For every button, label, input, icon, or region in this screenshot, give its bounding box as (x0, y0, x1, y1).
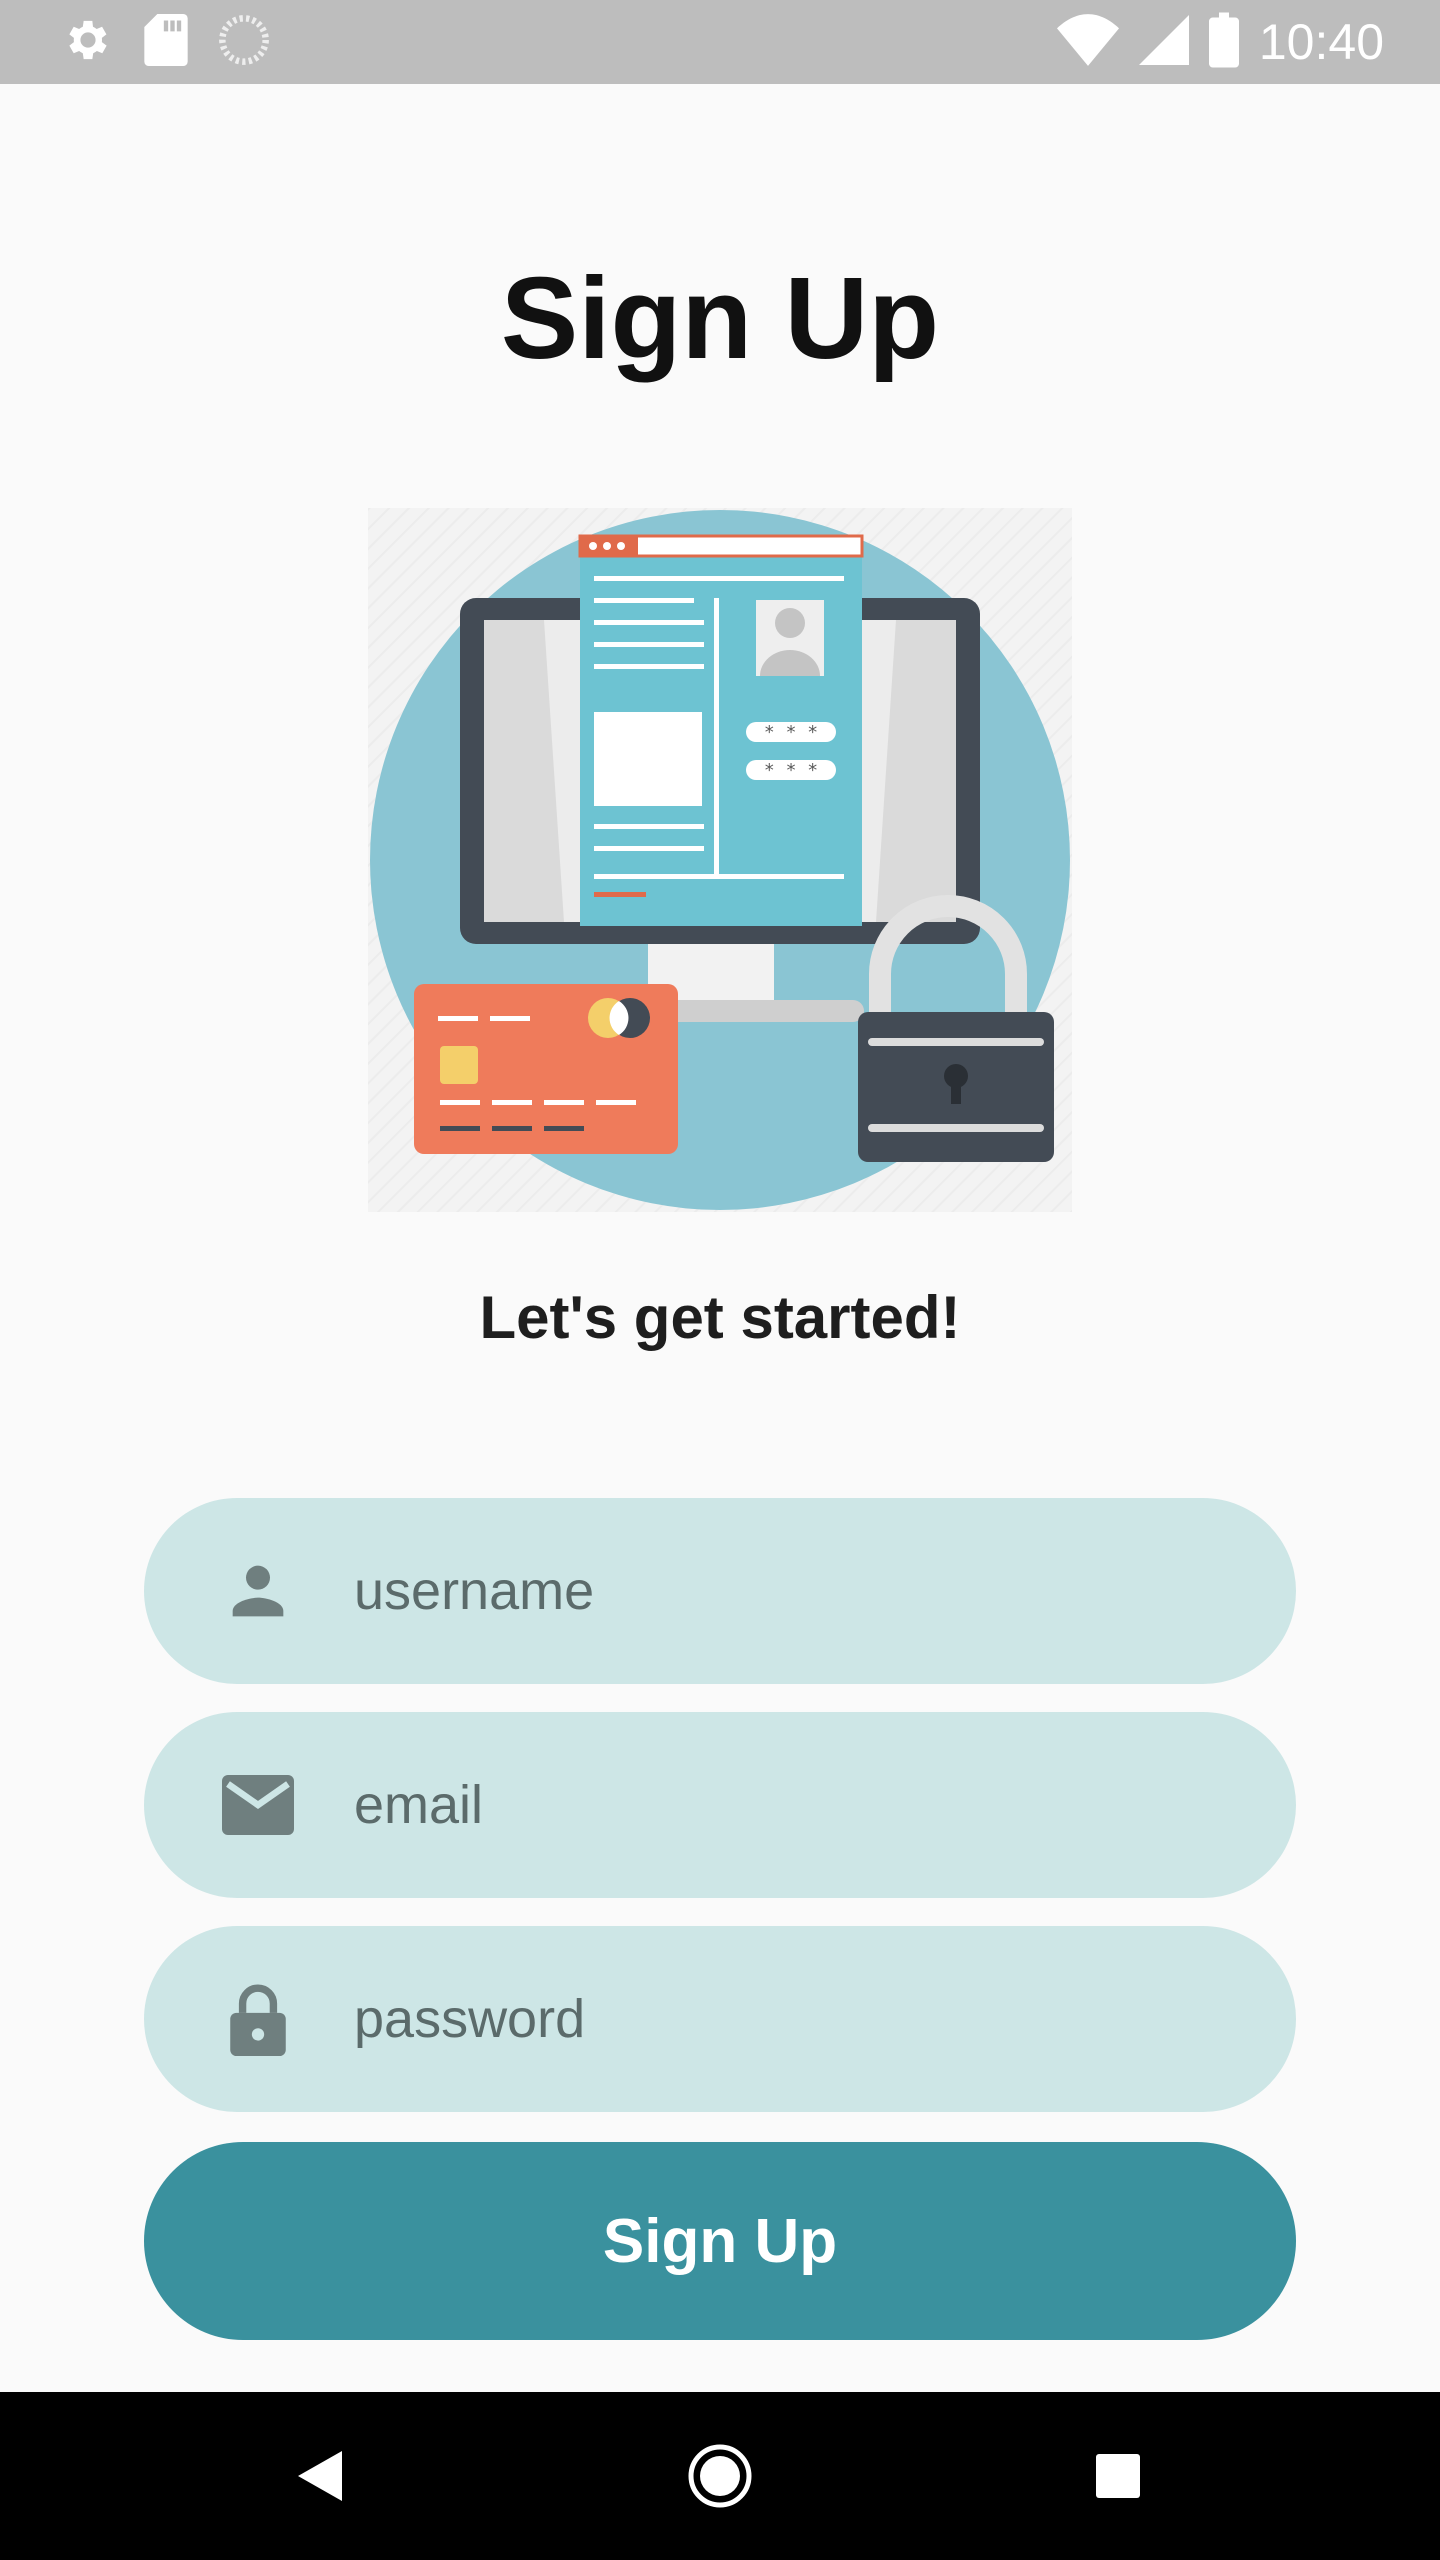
signal-icon (1138, 14, 1189, 71)
page-title: Sign Up (500, 253, 940, 383)
gear-icon (62, 14, 114, 71)
svg-text:* * *: * * * (764, 722, 818, 743)
mail-icon (220, 1767, 296, 1843)
home-icon[interactable] (670, 2426, 770, 2526)
username-input[interactable] (354, 1498, 1254, 1684)
password-field[interactable] (144, 1926, 1296, 2112)
status-right-icons: 10:40 (1056, 12, 1384, 73)
email-field[interactable] (144, 1712, 1296, 1898)
svg-text:* * *: * * * (764, 760, 818, 781)
wifi-icon (1056, 13, 1119, 71)
battery-icon (1208, 12, 1239, 73)
security-illustration: * * * * * * (368, 508, 1072, 1212)
sign-up-button[interactable]: Sign Up (144, 2142, 1296, 2340)
subtitle: Let's get started! (479, 1284, 961, 1351)
loading-icon (218, 14, 270, 71)
status-time: 10:40 (1258, 14, 1384, 70)
recents-icon[interactable] (1068, 2426, 1168, 2526)
status-bar: 10:40 (0, 0, 1440, 84)
lock-icon (220, 1981, 296, 2057)
sign-up-screen: 10:40 Sign Up * * * * * * Let's get star… (0, 0, 1440, 2560)
person-icon (220, 1553, 296, 1629)
sd-card-icon (144, 13, 188, 71)
username-field[interactable] (144, 1498, 1296, 1684)
password-input[interactable] (354, 1926, 1254, 2112)
email-input[interactable] (354, 1712, 1254, 1898)
back-icon[interactable] (270, 2426, 370, 2526)
status-left-icons (62, 13, 270, 71)
navigation-bar (0, 2392, 1440, 2560)
